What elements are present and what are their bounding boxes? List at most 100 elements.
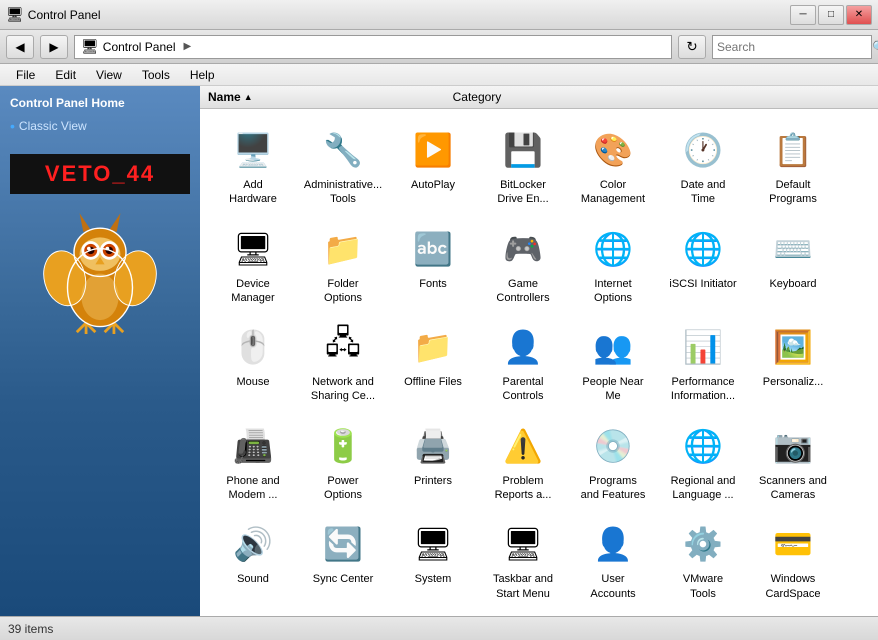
icon-power-options[interactable]: 🔋Power Options	[298, 413, 388, 512]
icon-vmware-tools[interactable]: ⚙️VMware Tools	[658, 511, 748, 610]
performance-info-icon: 📊	[679, 323, 727, 371]
fonts-icon: 🔤	[409, 225, 457, 273]
maximize-button[interactable]: □	[818, 5, 844, 25]
icon-sound[interactable]: 🔊Sound	[208, 511, 298, 610]
icon-windows-firewall[interactable]: 🧱Windows Firewall	[208, 610, 298, 616]
admin-tools-label: Administrative... Tools	[304, 178, 382, 207]
status-bar: 39 items	[0, 616, 878, 640]
icon-mouse[interactable]: 🖱️Mouse	[208, 314, 298, 413]
icon-regional-language[interactable]: 🌐Regional and Language ...	[658, 413, 748, 512]
icon-printers[interactable]: 🖨️Printers	[388, 413, 478, 512]
phone-modem-icon: 📠	[229, 422, 277, 470]
icon-performance-info[interactable]: 📊Performance Information...	[658, 314, 748, 413]
iscsi-initiator-label: iSCSI Initiator	[669, 277, 736, 291]
menu-bar: File Edit View Tools Help	[0, 64, 878, 86]
windows-cardspace-label: Windows CardSpace	[765, 572, 820, 601]
offline-files-icon: 📁	[409, 323, 457, 371]
icon-windows-cardspace[interactable]: 💳Windows CardSpace	[748, 511, 838, 610]
address-arrow: ▶	[184, 41, 192, 52]
icon-sync-center[interactable]: 🔄Sync Center	[298, 511, 388, 610]
search-input[interactable]	[717, 40, 872, 54]
icon-grid: 🖥️Add Hardware🔧Administrative... Tools▶️…	[200, 109, 878, 616]
icon-color-mgmt[interactable]: 🎨Color Management	[568, 117, 658, 216]
title-bar: 🖥 Control Panel ─ □ ✕	[0, 0, 878, 30]
icon-windows-sideshow[interactable]: 🔄Windows SideShow	[388, 610, 478, 616]
icon-iscsi-initiator[interactable]: 🌐iSCSI Initiator	[658, 216, 748, 315]
icon-windows-sidebar[interactable]: ▦Windows Sidebar ...	[298, 610, 388, 616]
date-time-icon: 🕐	[679, 126, 727, 174]
sidebar-classic-view[interactable]: • Classic View	[10, 118, 190, 134]
scanners-cameras-label: Scanners and Cameras	[759, 474, 827, 503]
sidebar: Control Panel Home • Classic View VETO_4…	[0, 86, 200, 616]
icon-people-near-me[interactable]: 👥 People Near Me	[568, 314, 658, 413]
icon-date-time[interactable]: 🕐Date and Time	[658, 117, 748, 216]
people-near-me-label: People Near Me	[582, 375, 643, 404]
sidebar-home-title[interactable]: Control Panel Home	[10, 96, 190, 110]
icon-admin-tools[interactable]: 🔧Administrative... Tools	[298, 117, 388, 216]
icon-programs-features[interactable]: 💿Programs and Features	[568, 413, 658, 512]
keyboard-label: Keyboard	[769, 277, 816, 291]
menu-tools[interactable]: Tools	[134, 66, 178, 84]
icon-default-programs[interactable]: 📋Default Programs	[748, 117, 838, 216]
parental-controls-icon: 👤	[499, 323, 547, 371]
user-text: VETO_44	[17, 161, 183, 187]
title-bar-left: 🖥 Control Panel	[6, 6, 101, 23]
icon-bitlocker[interactable]: 💾BitLocker Drive En...	[478, 117, 568, 216]
sound-icon: 🔊	[229, 520, 277, 568]
address-path: Control Panel	[103, 40, 176, 54]
autoplay-label: AutoPlay	[411, 178, 455, 192]
menu-help[interactable]: Help	[182, 66, 223, 84]
icon-game-controllers[interactable]: 🎮Game Controllers	[478, 216, 568, 315]
system-icon: 🖥	[409, 520, 457, 568]
search-box: 🔍	[712, 35, 872, 59]
minimize-button[interactable]: ─	[790, 5, 816, 25]
phone-modem-label: Phone and Modem ...	[226, 474, 279, 503]
content-area: Name ▲ Category 🖥️Add Hardware🔧Administr…	[200, 86, 878, 616]
icon-personalization[interactable]: 🖼️Personaliz...	[748, 314, 838, 413]
user-accounts-icon: 👤	[589, 520, 637, 568]
sort-arrow-icon: ▲	[244, 92, 253, 102]
icon-keyboard[interactable]: ⌨️Keyboard	[748, 216, 838, 315]
icon-network-sharing[interactable]: 🖧Network and Sharing Ce...	[298, 314, 388, 413]
icon-phone-modem[interactable]: 📠 Phone and Modem ...	[208, 413, 298, 512]
col-category-header[interactable]: Category	[453, 90, 502, 104]
personalization-icon: 🖼️	[769, 323, 817, 371]
icon-folder-options[interactable]: 📁Folder Options	[298, 216, 388, 315]
regional-language-icon: 🌐	[679, 422, 727, 470]
refresh-button[interactable]: ↻	[678, 35, 706, 59]
icon-system[interactable]: 🖥 System	[388, 511, 478, 610]
address-input[interactable]: 🖥 Control Panel ▶	[74, 35, 672, 59]
menu-edit[interactable]: Edit	[47, 66, 84, 84]
menu-view[interactable]: View	[88, 66, 130, 84]
close-button[interactable]: ✕	[846, 5, 872, 25]
icon-user-accounts[interactable]: 👤 User Accounts	[568, 511, 658, 610]
user-logo-box: VETO_44	[10, 154, 190, 194]
icon-add-hardware[interactable]: 🖥️Add Hardware	[208, 117, 298, 216]
system-label: System	[415, 572, 452, 586]
icon-scanners-cameras[interactable]: 📷Scanners and Cameras	[748, 413, 838, 512]
icon-fonts[interactable]: 🔤Fonts	[388, 216, 478, 315]
vmware-tools-icon: ⚙️	[679, 520, 727, 568]
icon-offline-files[interactable]: 📁 Offline Files	[388, 314, 478, 413]
problem-reports-label: Problem Reports a...	[495, 474, 552, 503]
icon-taskbar-start[interactable]: 🖥Taskbar and Start Menu	[478, 511, 568, 610]
col-name-header[interactable]: Name ▲	[208, 90, 253, 104]
autoplay-icon: ▶️	[409, 126, 457, 174]
forward-button[interactable]: ▶	[40, 35, 68, 59]
menu-file[interactable]: File	[8, 66, 43, 84]
icon-problem-reports[interactable]: ⚠️Problem Reports a...	[478, 413, 568, 512]
icon-autoplay[interactable]: ▶️ AutoPlay	[388, 117, 478, 216]
game-controllers-label: Game Controllers	[496, 277, 549, 306]
icon-internet-options[interactable]: 🌐Internet Options	[568, 216, 658, 315]
user-accounts-label: User Accounts	[590, 572, 635, 601]
window-title: Control Panel	[28, 8, 101, 22]
icon-device-manager[interactable]: 🖥Device Manager	[208, 216, 298, 315]
printers-label: Printers	[414, 474, 452, 488]
back-button[interactable]: ◀	[6, 35, 34, 59]
offline-files-label: Offline Files	[404, 375, 462, 389]
bullet-icon: •	[10, 118, 15, 134]
bitlocker-label: BitLocker Drive En...	[497, 178, 548, 207]
icon-parental-controls[interactable]: 👤Parental Controls	[478, 314, 568, 413]
icon-windows-update[interactable]: 🪟Windows Update	[478, 610, 568, 616]
people-near-me-icon: 👥	[589, 323, 637, 371]
